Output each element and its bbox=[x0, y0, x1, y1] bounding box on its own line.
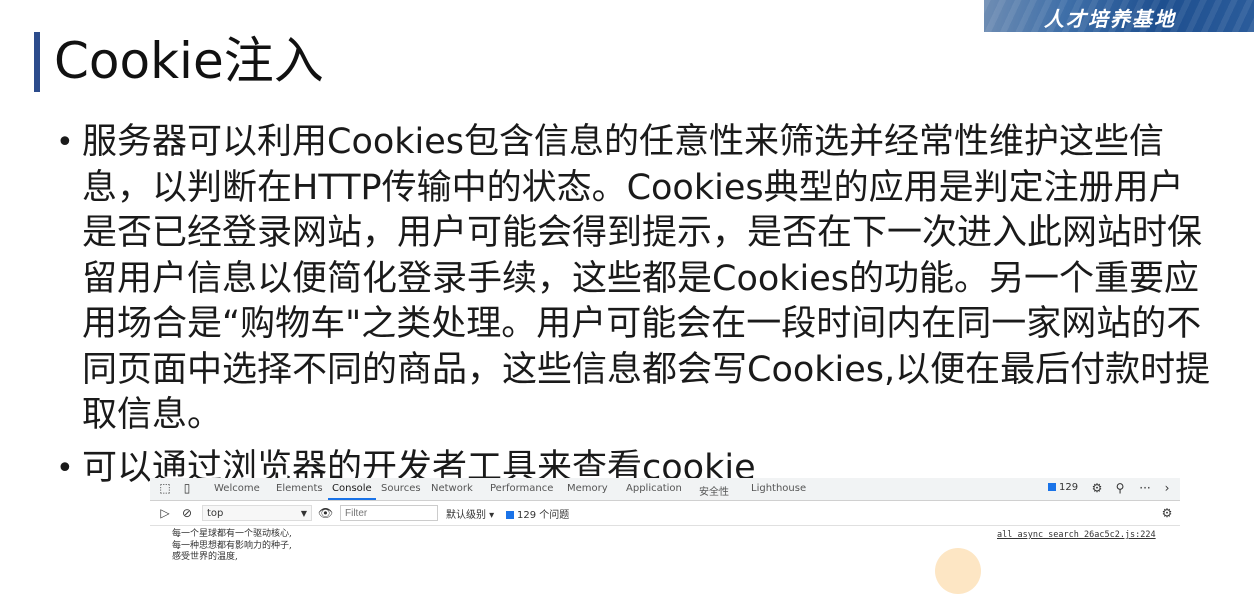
bullet-dot: • bbox=[56, 125, 74, 160]
console-line: 感受世界的温度, bbox=[172, 552, 238, 562]
tab-lighthouse[interactable]: Lighthouse bbox=[751, 483, 806, 494]
more-tabs-chevron-icon[interactable]: › bbox=[1160, 481, 1174, 495]
settings-gear-icon[interactable]: ⚙ bbox=[1090, 481, 1104, 495]
console-output: 每一个星球都有一个驱动核心, 每一种思想都有影响力的种子, 感受世界的温度, a… bbox=[150, 526, 1180, 568]
console-toolbar: ▷ ⊘ top ▼ 👁 默认级别 ▾ 129 个问题 ⚙ bbox=[150, 501, 1180, 526]
devtools-tab-bar: ⬚ ▯ Welcome Elements Console Sources Net… bbox=[150, 478, 1180, 501]
device-toolbar-icon[interactable]: ▯ bbox=[180, 481, 194, 495]
issues-link[interactable]: 129 个问题 bbox=[506, 506, 569, 521]
tab-elements[interactable]: Elements bbox=[276, 483, 323, 494]
caret-down-icon: ▼ bbox=[300, 509, 307, 518]
more-options-icon[interactable]: ··· bbox=[1136, 481, 1154, 495]
console-settings-gear-icon[interactable]: ⚙ bbox=[1160, 506, 1174, 520]
tab-welcome[interactable]: Welcome bbox=[214, 483, 260, 494]
bullet-text: 服务器可以利用Cookies包含信息的任意性来筛选并经常性维护这些信息，以判断在… bbox=[82, 122, 1211, 435]
issues-badge[interactable]: 129 bbox=[1048, 482, 1078, 493]
bullet-item: • 服务器可以利用Cookies包含信息的任意性来筛选并经常性维护这些信息，以判… bbox=[56, 120, 1216, 439]
issues-label: 129 个问题 bbox=[517, 510, 570, 521]
title-accent-bar bbox=[34, 32, 40, 92]
connection-icon[interactable]: ⚲ bbox=[1113, 481, 1127, 495]
brand-banner: 人才培养基地 bbox=[984, 0, 1254, 32]
bullet-list: • 服务器可以利用Cookies包含信息的任意性来筛选并经常性维护这些信息，以判… bbox=[56, 120, 1216, 491]
bullet-dot: • bbox=[56, 450, 74, 486]
console-line: 每一种思想都有影响力的种子, bbox=[172, 540, 292, 551]
filter-input[interactable] bbox=[340, 505, 438, 521]
sidebar-toggle-icon[interactable]: ▷ bbox=[158, 506, 172, 520]
log-levels-dropdown[interactable]: 默认级别 ▾ bbox=[446, 506, 494, 521]
tab-security[interactable]: 安全性 bbox=[699, 483, 729, 498]
console-line: 每一个星球都有一个驱动核心, bbox=[172, 529, 292, 539]
decorative-circle bbox=[935, 548, 981, 594]
issues-count: 129 bbox=[1059, 482, 1079, 493]
page-title: Cookie注入 bbox=[54, 32, 324, 90]
clear-console-icon[interactable]: ⊘ bbox=[180, 506, 194, 520]
inspect-element-icon[interactable]: ⬚ bbox=[158, 481, 172, 495]
console-source-link[interactable]: all_async_search_26ac5c2.js:224 bbox=[997, 530, 1156, 540]
tab-network[interactable]: Network bbox=[431, 483, 473, 494]
context-value: top bbox=[207, 508, 224, 519]
devtools-panel: ⬚ ▯ Welcome Elements Console Sources Net… bbox=[150, 478, 1180, 568]
tab-console[interactable]: Console bbox=[328, 483, 376, 500]
console-message: 每一个星球都有一个驱动核心, 每一种思想都有影响力的种子, 感受世界的温度, bbox=[172, 529, 292, 564]
tab-performance[interactable]: Performance bbox=[490, 483, 553, 494]
context-select[interactable]: top ▼ bbox=[202, 505, 312, 521]
banner-text: 人才培养基地 bbox=[1044, 7, 1176, 31]
tab-sources[interactable]: Sources bbox=[381, 483, 421, 494]
live-expression-eye-icon[interactable]: 👁 bbox=[318, 506, 333, 520]
issues-flag-icon bbox=[506, 511, 514, 519]
tab-application[interactable]: Application bbox=[626, 483, 682, 494]
issues-flag-icon bbox=[1048, 483, 1056, 491]
tab-memory[interactable]: Memory bbox=[567, 483, 608, 494]
